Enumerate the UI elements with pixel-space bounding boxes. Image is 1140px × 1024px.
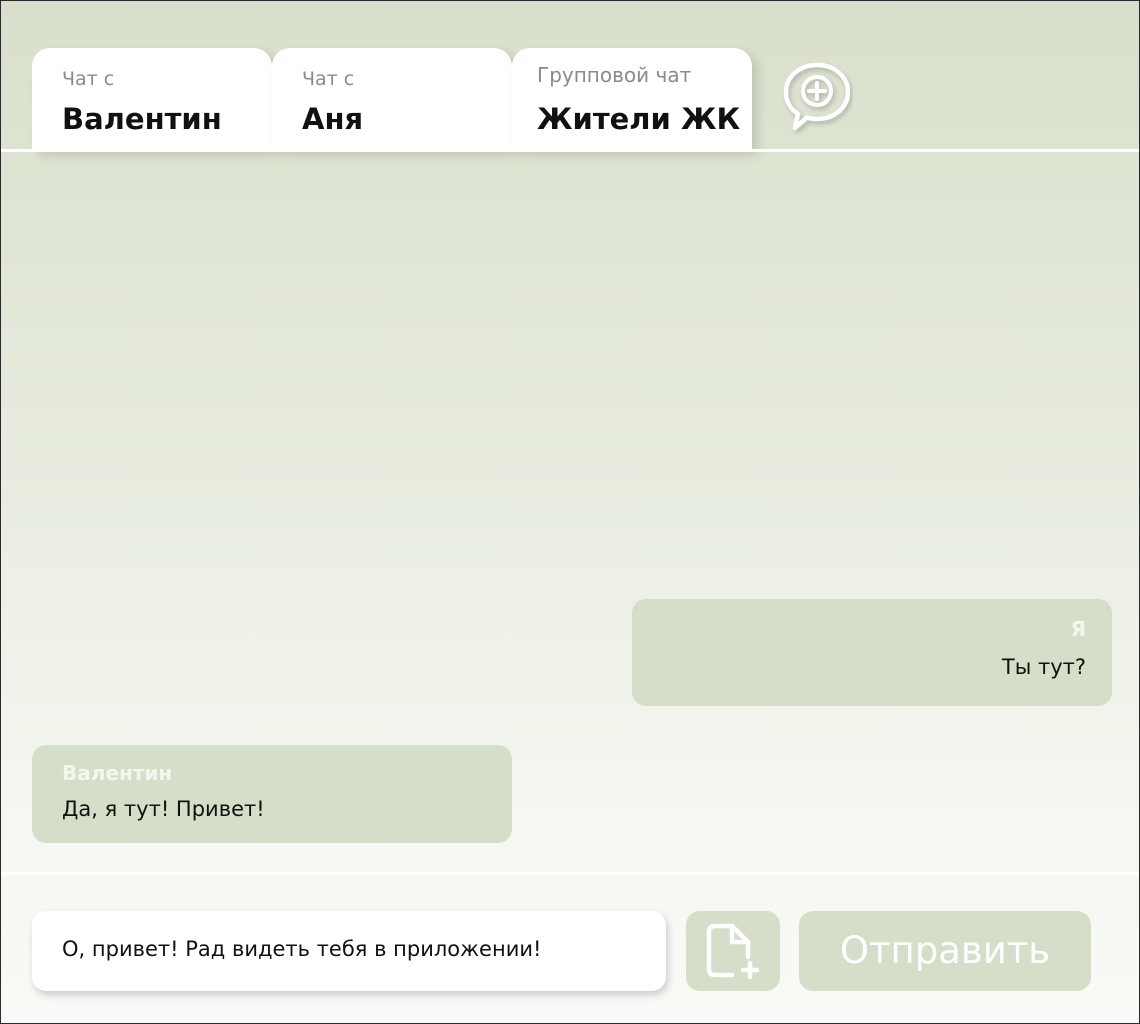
send-button[interactable]: Отправить	[799, 911, 1091, 991]
message-sender: Я	[1070, 617, 1086, 641]
message-sender: Валентин	[62, 761, 173, 785]
tab-subtitle: Групповой чат	[537, 63, 692, 87]
chat-bubble-plus-icon	[783, 62, 851, 131]
message-bubble-outgoing: Я Ты тут?	[632, 599, 1112, 706]
message-input[interactable]: О, привет! Рад видеть тебя в приложении!	[32, 911, 666, 991]
message-input-value: О, привет! Рад видеть тебя в приложении!	[62, 937, 542, 961]
message-text: Ты тут?	[1001, 655, 1086, 679]
tab-name: Валентин	[62, 102, 222, 136]
tab-name: Аня	[302, 102, 364, 136]
header-divider	[1, 149, 1139, 152]
new-chat-button[interactable]	[781, 59, 853, 135]
composer-divider	[1, 872, 1139, 875]
message-bubble-incoming: Валентин Да, я тут! Привет!	[32, 745, 512, 843]
tab-chat-valentin[interactable]: Чат с Валентин	[32, 48, 272, 152]
chat-tabs-bar: Чат с Валентин Чат с Аня Групповой чат Ж…	[1, 1, 1139, 152]
message-text: Да, я тут! Привет!	[62, 797, 265, 821]
tab-group-chat-residents[interactable]: Групповой чат Жители ЖК	[512, 48, 752, 152]
tab-subtitle: Чат с	[302, 68, 355, 90]
tab-subtitle: Чат с	[62, 68, 115, 90]
file-plus-icon	[706, 923, 760, 980]
attach-file-button[interactable]	[686, 911, 780, 991]
tab-chat-anya[interactable]: Чат с Аня	[272, 48, 512, 152]
tab-name: Жители ЖК	[537, 102, 741, 136]
chat-window: Чат с Валентин Чат с Аня Групповой чат Ж…	[0, 0, 1140, 1024]
